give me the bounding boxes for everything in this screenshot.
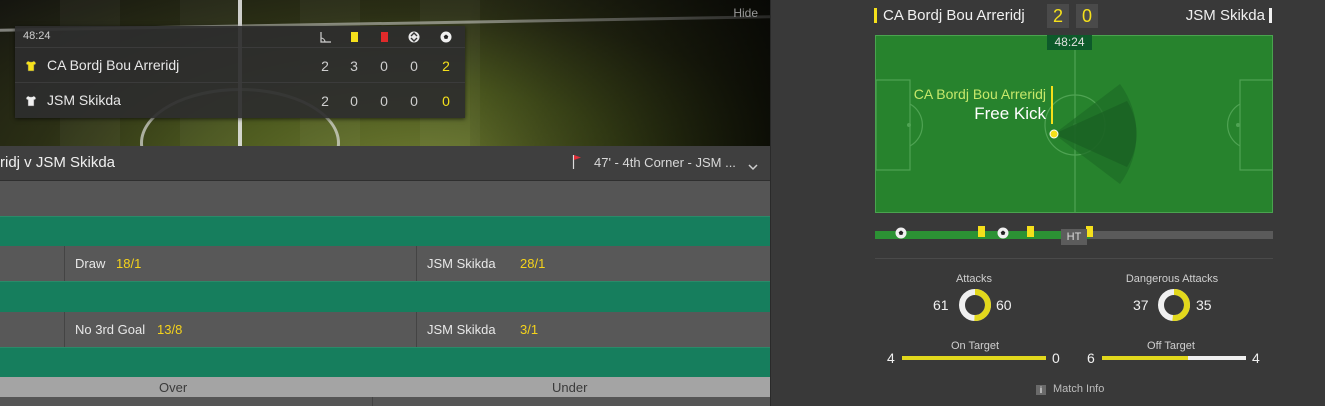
on-target-home: 4 <box>887 350 895 366</box>
red-card-icon <box>376 31 392 43</box>
attacks-label: Attacks <box>955 273 993 285</box>
goal-icon <box>997 226 1009 244</box>
on-target-label: On Target <box>950 340 1000 352</box>
home-yellow-cards: 3 <box>350 58 358 74</box>
selection-label: JSM Skikda <box>427 322 496 337</box>
off-target-home-fill <box>1102 356 1189 360</box>
odds-price: 13/8 <box>157 322 183 337</box>
odds-cell-away[interactable]: JSM Skikda 28/1 <box>416 246 770 281</box>
away-team-name: JSM Skikda <box>47 92 121 108</box>
hide-button[interactable]: Hide <box>733 6 758 20</box>
off-target-label: Off Target <box>1147 340 1195 352</box>
on-target-bar <box>902 356 1046 360</box>
event-team: CA Bordj Bou Arreridj <box>913 86 1046 102</box>
pitch-graphic: CA Bordj Bou Arreridj Free Kick <box>875 35 1273 213</box>
under-label: Under <box>552 380 588 395</box>
half-time-marker: HT <box>1061 229 1087 245</box>
over-under-header: Over Under <box>0 377 770 397</box>
market-row: No 3rd Goal 13/8 JSM Skikda 3/1 <box>0 312 770 347</box>
corner-flag-icon <box>572 155 582 174</box>
away-goals: 0 <box>442 93 450 109</box>
attacks-home: 61 <box>933 297 949 313</box>
match-title: ridj v JSM Skikda <box>0 154 116 171</box>
tracker-away-score: 0 <box>1076 4 1098 28</box>
off-target-home: 6 <box>1087 350 1095 366</box>
market-header <box>0 182 770 216</box>
tracker-away-team: JSM Skikda <box>1185 7 1265 24</box>
away-corners: 2 <box>321 93 329 109</box>
dangerous-away: 35 <box>1196 297 1212 313</box>
market-group-header[interactable] <box>0 281 770 312</box>
match-tracker: CA Bordj Bou Arreridj 2 0 JSM Skikda CA … <box>770 0 1325 406</box>
over-label: Over <box>159 380 188 395</box>
corners-icon <box>317 31 333 43</box>
market-group-header[interactable] <box>0 347 770 377</box>
home-corners: 2 <box>321 58 329 74</box>
attacks-donut <box>959 289 991 321</box>
away-color-bar <box>1269 8 1272 23</box>
yellow-card-icon <box>346 31 362 43</box>
odds-price: 28/1 <box>520 256 546 271</box>
pitch-banner: Hide 48:24 CA Bordj Bou Arreridj 2 3 0 0… <box>0 0 770 146</box>
odds-cell-home[interactable] <box>0 246 64 281</box>
info-icon[interactable]: i <box>1036 385 1046 395</box>
off-target-away: 4 <box>1252 350 1260 366</box>
off-target-bar <box>1102 356 1246 360</box>
home-shirt-icon <box>25 59 37 72</box>
match-info-link[interactable]: Match Info <box>1053 383 1104 395</box>
tracker-home-score: 2 <box>1047 4 1069 28</box>
latest-event: 47' - 4th Corner - JSM ... <box>594 155 736 170</box>
tracker-clock: 48:24 <box>1047 35 1092 50</box>
event-name: Free Kick <box>974 104 1046 123</box>
goal-icon <box>895 226 907 244</box>
market-group-header[interactable] <box>0 216 770 246</box>
home-goals: 2 <box>442 58 450 74</box>
home-color-bar <box>874 8 877 23</box>
scoreboard-row-home: CA Bordj Bou Arreridj 2 3 0 0 2 <box>15 47 465 82</box>
main-panel: Hide 48:24 CA Bordj Bou Arreridj 2 3 0 0… <box>0 0 770 406</box>
attacks-away: 60 <box>996 297 1012 313</box>
selection-label: Draw <box>75 256 106 271</box>
home-substitutions: 0 <box>410 58 418 74</box>
yellow-card-icon <box>978 226 985 237</box>
dangerous-attacks-label: Dangerous Attacks <box>1125 273 1219 285</box>
dangerous-home: 37 <box>1133 297 1149 313</box>
match-header[interactable]: ridj v JSM Skikda 47' - 4th Corner - JSM… <box>0 146 770 181</box>
yellow-card-icon <box>1027 226 1034 237</box>
odds-cell-home[interactable] <box>0 312 64 347</box>
scoreboard: 48:24 CA Bordj Bou Arreridj 2 3 0 0 2 JS… <box>15 26 465 118</box>
yellow-card-icon <box>1086 226 1093 237</box>
match-clock: 48:24 <box>23 30 51 42</box>
market-row: Draw 18/1 JSM Skikda 28/1 <box>0 246 770 281</box>
away-substitutions: 0 <box>410 93 418 109</box>
substitution-icon <box>406 31 422 43</box>
odds-price: 3/1 <box>520 322 539 337</box>
selection-label: JSM Skikda <box>427 256 496 271</box>
odds-price: 18/1 <box>116 256 142 271</box>
away-red-cards: 0 <box>380 93 388 109</box>
away-yellow-cards: 0 <box>350 93 358 109</box>
home-red-cards: 0 <box>380 58 388 74</box>
odds-cell-away[interactable]: JSM Skikda 3/1 <box>416 312 770 347</box>
on-target-away: 0 <box>1052 350 1060 366</box>
chevron-down-icon[interactable] <box>748 158 758 176</box>
on-target-home-fill <box>902 356 1046 360</box>
home-team-name: CA Bordj Bou Arreridj <box>47 57 180 73</box>
scoreboard-header: 48:24 <box>15 26 465 47</box>
away-shirt-icon <box>25 94 37 107</box>
goals-icon <box>438 31 454 43</box>
odds-cell-draw[interactable]: Draw 18/1 <box>64 246 416 281</box>
tracker-home-team: CA Bordj Bou Arreridj <box>883 7 1025 24</box>
odds-cell-no-goal[interactable]: No 3rd Goal 13/8 <box>64 312 416 347</box>
scoreboard-row-away: JSM Skikda 2 0 0 0 0 <box>15 82 465 117</box>
selection-label: No 3rd Goal <box>75 322 146 337</box>
dangerous-attacks-donut <box>1158 289 1190 321</box>
